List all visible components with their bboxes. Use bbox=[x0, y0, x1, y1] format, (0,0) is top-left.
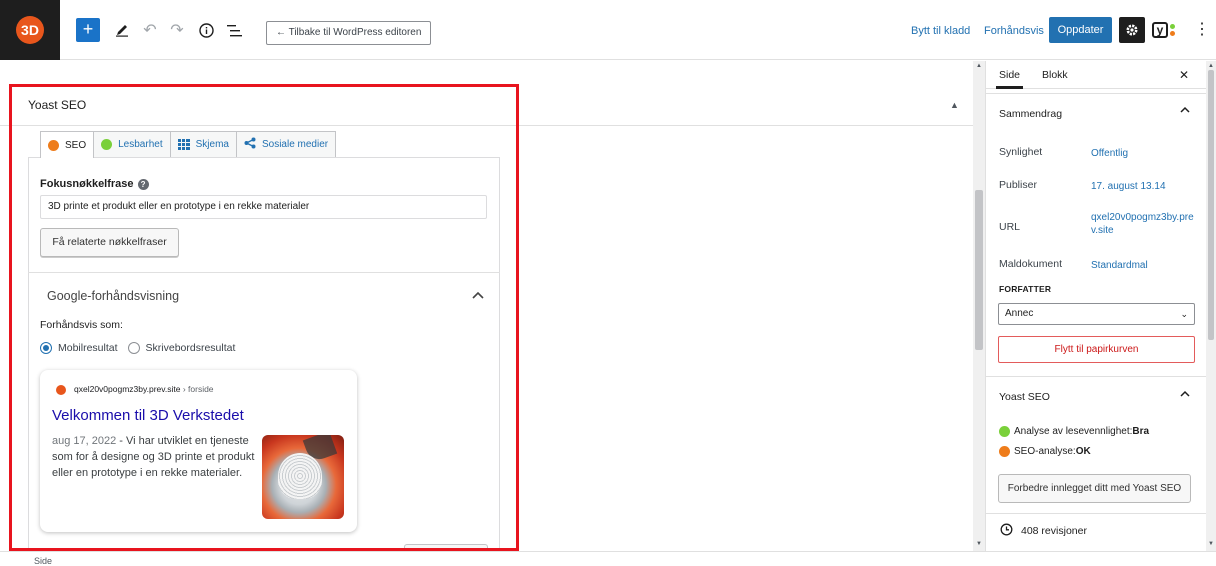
sidebar-scrollbar-thumb[interactable] bbox=[1208, 70, 1214, 340]
google-serp-preview-card: qxel20v0pogmz3by.prev.site › forside Vel… bbox=[40, 370, 357, 532]
tab-schema[interactable]: Skjema bbox=[169, 131, 237, 157]
serp-thumbnail-image bbox=[262, 435, 344, 519]
more-options-icon[interactable]: ⋮ bbox=[1194, 19, 1210, 39]
readability-value: Bra bbox=[1132, 426, 1150, 437]
improve-with-yoast-button[interactable]: Forbedre innlegget ditt med Yoast SEO bbox=[998, 474, 1191, 503]
tab-readability[interactable]: Lesbarhet bbox=[93, 131, 171, 157]
mobile-result-label[interactable]: Mobilresultat bbox=[58, 342, 118, 354]
tab-seo[interactable]: SEO bbox=[40, 131, 95, 158]
desktop-result-radio[interactable] bbox=[127, 342, 140, 354]
related-keyphrases-button[interactable]: Få relaterte nøkkelfraser bbox=[40, 228, 179, 257]
close-sidebar-icon[interactable]: ✕ bbox=[1179, 68, 1189, 82]
readability-analysis: Analyse av lesevennlighet: Bra bbox=[999, 426, 1149, 437]
focus-keyphrase-label-text: Fokusnøkkelfrase bbox=[40, 178, 134, 190]
back-to-wordpress-editor-button[interactable]: ← Tilbake til WordPress editoren bbox=[266, 21, 432, 45]
green-face-icon bbox=[999, 426, 1010, 437]
sidebar-separator bbox=[986, 376, 1206, 377]
orange-face-icon bbox=[999, 446, 1010, 457]
redo-icon[interactable]: ↷ bbox=[165, 18, 189, 42]
scroll-up-arrow-icon[interactable]: ▲ bbox=[1208, 63, 1214, 69]
tab-seo-label: SEO bbox=[65, 139, 87, 151]
yoast-metabox-header[interactable]: Yoast SEO ▲ bbox=[0, 86, 973, 126]
grid-icon bbox=[177, 139, 190, 150]
orange-face-icon bbox=[48, 139, 59, 151]
chevron-up-icon[interactable] bbox=[1180, 104, 1190, 116]
focus-keyphrase-label: Fokusnøkkelfrase? bbox=[40, 178, 149, 190]
author-select-value: Annec bbox=[1005, 308, 1034, 319]
visibility-value[interactable]: Offentlig bbox=[1091, 147, 1196, 160]
sidebar-tab-page[interactable]: Side bbox=[995, 69, 1024, 89]
chevron-up-icon[interactable] bbox=[472, 288, 484, 302]
editor-footer-bar bbox=[0, 551, 1216, 565]
history-clock-icon bbox=[1000, 523, 1013, 539]
yoast-sidebar-title[interactable]: Yoast SEO bbox=[999, 391, 1050, 403]
serp-description: aug 17, 2022 - Vi har utviklet en tjenes… bbox=[52, 433, 257, 481]
desktop-result-label[interactable]: Skrivebordsresultat bbox=[146, 342, 236, 354]
google-preview-title[interactable]: Google-forhåndsvisning bbox=[47, 289, 179, 303]
publish-value[interactable]: 17. august 13.14 bbox=[1091, 180, 1196, 193]
summary-section-title[interactable]: Sammendrag bbox=[999, 108, 1062, 120]
revisions-count: 408 revisjoner bbox=[1021, 525, 1087, 537]
template-value[interactable]: Standardmal bbox=[1091, 259, 1196, 272]
section-divider bbox=[28, 272, 500, 273]
logo-mark: 3D bbox=[16, 16, 44, 44]
serp-url: qxel20v0pogmz3by.prev.site › forside bbox=[74, 384, 214, 394]
green-face-icon bbox=[101, 139, 113, 150]
yoast-tabs: SEO Lesbarhet Skjema Sosiale medier bbox=[40, 131, 337, 158]
seo-analysis: SEO-analyse: OK bbox=[999, 446, 1091, 457]
preview-mode-radios: Mobilresultat Skrivebordsresultat bbox=[40, 342, 235, 354]
revisions-link[interactable]: 408 revisjoner bbox=[1000, 523, 1087, 539]
edit-pencil-icon[interactable] bbox=[110, 18, 134, 42]
tab-readability-label: Lesbarhet bbox=[118, 139, 163, 150]
yoast-status-dots bbox=[1170, 23, 1175, 37]
sidebar-separator bbox=[986, 93, 1206, 94]
undo-icon[interactable]: ↶ bbox=[138, 18, 162, 42]
publish-label: Publiser bbox=[999, 179, 1037, 191]
move-to-trash-button[interactable]: Flytt til papirkurven bbox=[998, 336, 1195, 363]
serp-url-host: qxel20v0pogmz3by.prev.site bbox=[74, 384, 181, 394]
add-block-button[interactable]: + bbox=[76, 18, 100, 42]
url-label: URL bbox=[999, 221, 1021, 233]
scroll-down-arrow-icon[interactable]: ▼ bbox=[976, 541, 982, 547]
chevron-up-icon[interactable] bbox=[1180, 388, 1190, 400]
update-button[interactable]: Oppdater bbox=[1049, 17, 1112, 43]
focus-keyphrase-input[interactable]: 3D printe et produkt eller en prototype … bbox=[40, 195, 487, 219]
yoast-glyph: y bbox=[1152, 22, 1168, 38]
serp-date: aug 17, 2022 bbox=[52, 435, 117, 447]
chevron-down-icon: ⌄ bbox=[1180, 309, 1188, 319]
site-favicon-icon bbox=[56, 385, 66, 395]
yoast-metabox-title: Yoast SEO bbox=[28, 98, 87, 112]
switch-to-draft-link[interactable]: Bytt til kladd bbox=[911, 25, 970, 37]
help-icon[interactable]: ? bbox=[137, 178, 149, 190]
info-icon[interactable] bbox=[194, 18, 218, 42]
template-label: Maldokument bbox=[999, 258, 1063, 270]
serp-url-crumb: › forside bbox=[180, 384, 214, 394]
settings-gear-icon[interactable] bbox=[1119, 17, 1145, 43]
seo-analysis-value: OK bbox=[1075, 446, 1091, 457]
author-label: FORFATTER bbox=[999, 284, 1052, 294]
preview-as-label: Forhåndsvis som: bbox=[40, 319, 123, 331]
tab-social-label: Sosiale medier bbox=[261, 139, 329, 150]
url-value[interactable]: qxel20v0pogmz3by.prev.site bbox=[1091, 211, 1196, 237]
yoast-toolbar-icon[interactable]: y bbox=[1152, 19, 1180, 41]
main-scrollbar-thumb[interactable] bbox=[975, 190, 983, 350]
seo-analysis-label: SEO-analyse: bbox=[1014, 446, 1076, 457]
readability-label: Analyse av lesevennlighet: bbox=[1014, 426, 1133, 437]
site-logo[interactable]: 3D bbox=[0, 0, 60, 60]
serp-title[interactable]: Velkommen til 3D Verkstedet bbox=[52, 407, 244, 424]
sidebar-separator bbox=[986, 513, 1206, 514]
list-view-icon[interactable] bbox=[222, 18, 246, 42]
collapse-caret-icon[interactable]: ▲ bbox=[950, 100, 959, 110]
sidebar-tab-block[interactable]: Blokk bbox=[1042, 69, 1068, 81]
author-select[interactable]: Annec ⌄ bbox=[998, 303, 1195, 325]
share-icon bbox=[244, 137, 256, 152]
preview-link[interactable]: Forhåndsvis bbox=[984, 25, 1044, 37]
scroll-down-arrow-icon[interactable]: ▼ bbox=[1208, 541, 1214, 547]
mobile-result-radio[interactable] bbox=[40, 342, 52, 354]
scroll-up-arrow-icon[interactable]: ▲ bbox=[976, 63, 982, 69]
visibility-label: Synlighet bbox=[999, 146, 1043, 158]
tab-social[interactable]: Sosiale medier bbox=[235, 131, 337, 157]
tab-schema-label: Skjema bbox=[195, 139, 229, 150]
